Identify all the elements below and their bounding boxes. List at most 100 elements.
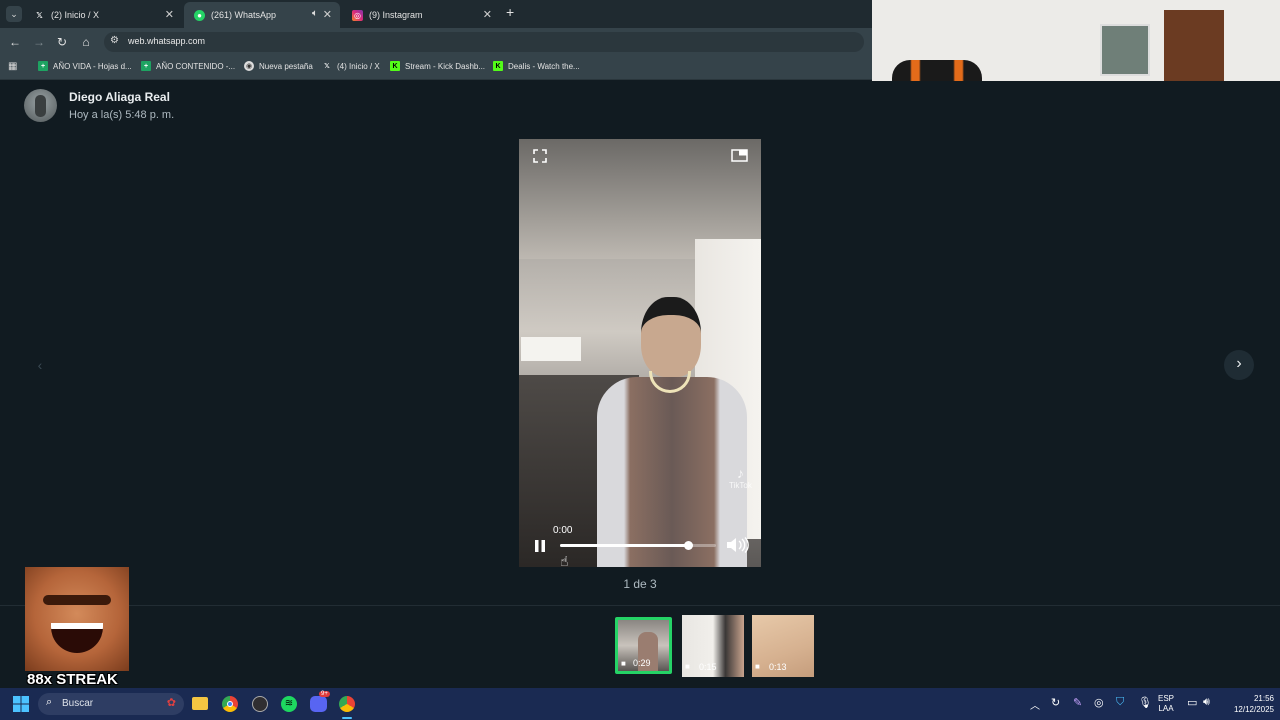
wall-poster (1100, 24, 1150, 76)
active-app-indicator (342, 717, 352, 719)
thumbnail-duration: 0:15 (699, 662, 717, 672)
previous-button[interactable]: ‹ (26, 351, 54, 379)
video-person-head (641, 297, 701, 377)
bookmark-nueva-pestana[interactable]: ◉ Nueva pestaña (244, 61, 313, 71)
bookmark-kick[interactable]: K Stream - Kick Dashb... (390, 61, 485, 71)
network-icon[interactable]: ▭ (1187, 696, 1197, 709)
sender-avatar[interactable] (24, 89, 57, 122)
home-icon[interactable]: ⌂ (79, 35, 93, 49)
streak-label: 88x STREAK (27, 671, 118, 688)
instagram-icon: ◎ (352, 9, 363, 21)
bookmarks-bar: ▦ + AÑO VIDA - Hojas d... + AÑO CONTENID… (0, 56, 872, 80)
tiktok-icon: ♪ (736, 465, 744, 481)
seek-bar[interactable] (560, 541, 716, 550)
emote-eyes (43, 595, 111, 605)
thumbnail-duration: 0:29 (633, 658, 651, 668)
sheets-icon: + (38, 61, 48, 71)
bookmark-label: Nueva pestaña (259, 61, 313, 71)
whatsapp-icon: ● (194, 9, 205, 21)
picture-in-picture-icon[interactable] (731, 149, 749, 163)
thumbnail-video-3[interactable]: ■ 0:13 (752, 615, 814, 677)
microphone-icon[interactable]: 🎙︎ (1138, 696, 1152, 709)
next-button[interactable]: › (1224, 350, 1254, 380)
tab-x[interactable]: 𝕏 (2) Inicio / X ✕ (24, 2, 182, 28)
site-settings-icon[interactable]: ⚙ (110, 35, 119, 46)
chrome-center (227, 701, 233, 707)
taskbar-search-box[interactable]: ⌕ Buscar ✿ (38, 693, 184, 715)
chrome-icon[interactable] (222, 696, 238, 712)
clock[interactable]: 21:56 12/12/2025 (1222, 693, 1274, 715)
search-highlight-icon: ✿ (166, 697, 176, 709)
bookmark-label: Stream - Kick Dashb... (405, 61, 486, 71)
new-tab-button[interactable]: + (506, 4, 514, 20)
bookmark-ano-vida[interactable]: + AÑO VIDA - Hojas d... (38, 61, 132, 71)
bookmark-dealis[interactable]: K Dealis - Watch the... (493, 61, 580, 71)
windows-taskbar: ⌕ Buscar ✿ ≋ 9+ ︿ ↻ ✎ ◎ ⛉ 🎙︎ ESP LAA ▭ 🔊… (0, 688, 1280, 720)
obs-icon[interactable] (252, 696, 268, 712)
speaker-icon[interactable]: 🔈︎ (312, 8, 318, 19)
message-timestamp: Hoy a la(s) 5:48 p. m. (69, 109, 175, 121)
bookmark-label: Dealis - Watch the... (508, 61, 580, 71)
video-person-chest (597, 377, 747, 567)
fullscreen-icon[interactable] (533, 149, 547, 163)
spotify-icon[interactable]: ≋ (281, 696, 297, 712)
language-indicator[interactable]: ESP LAA (1158, 694, 1174, 714)
windows-start-icon[interactable] (13, 696, 29, 712)
sheets-icon: + (141, 61, 151, 71)
tab-label: (261) WhatsApp (211, 10, 277, 20)
defender-icon[interactable]: ⛉ (1116, 696, 1124, 709)
seek-bar-knob[interactable] (683, 541, 693, 550)
search-placeholder: Buscar (62, 698, 94, 709)
video-camera-icon: ■ (685, 662, 690, 671)
tray-overflow-icon[interactable]: ︿ (1030, 697, 1040, 712)
browser-tab-bar: ⌄ 𝕏 (2) Inicio / X ✕ ● (261) WhatsApp 🔈︎… (0, 0, 872, 28)
browser-toolbar: ← → ↻ ⌂ ⚙ web.whatsapp.com (0, 28, 872, 56)
file-explorer-icon[interactable] (192, 697, 208, 710)
tab-label: (2) Inicio / X (51, 10, 100, 20)
address-bar[interactable]: ⚙ web.whatsapp.com (104, 32, 864, 52)
language-top: ESP (1158, 694, 1175, 703)
sync-icon[interactable]: ↻ (1051, 696, 1060, 709)
url-text[interactable]: web.whatsapp.com (128, 36, 205, 46)
bookmark-inicio-x[interactable]: 𝕏 (4) Inicio / X (322, 61, 380, 71)
reload-icon[interactable]: ↻ (55, 35, 69, 49)
thumbnail-strip: ■ 0:29 ■ 0:15 ■ 0:13 (0, 605, 1280, 687)
discord-badge: 9+ (319, 691, 330, 697)
kick-icon: K (390, 61, 400, 71)
emote-mouth (51, 623, 103, 653)
pen-icon[interactable]: ✎ (1073, 696, 1082, 709)
volume-icon[interactable] (726, 537, 752, 553)
close-tab-icon[interactable]: ✕ (483, 8, 492, 21)
bookmark-label: AÑO CONTENIDO -... (156, 61, 236, 71)
x-logo-icon: 𝕏 (324, 63, 330, 70)
seek-bar-fill (560, 544, 688, 547)
clock-date: 12/12/2025 (1233, 705, 1274, 714)
mouse-cursor-icon: ☝ (560, 553, 569, 569)
tab-label: (9) Instagram (369, 10, 423, 20)
chrome-active-icon[interactable] (339, 696, 355, 712)
thumbnail-duration: 0:13 (769, 662, 787, 672)
tab-instagram[interactable]: ◎ (9) Instagram ✕ (342, 2, 500, 28)
thumbnail-video-2[interactable]: ■ 0:15 (682, 615, 744, 677)
forward-arrow-icon[interactable]: → (32, 35, 46, 49)
discord-icon[interactable]: 9+ (310, 691, 330, 712)
bookmark-ano-contenido[interactable]: + AÑO CONTENIDO -... (141, 61, 235, 71)
tab-whatsapp[interactable]: ● (261) WhatsApp 🔈︎ ✕ (184, 2, 340, 28)
pause-button[interactable] (533, 539, 547, 553)
volume-tray-icon[interactable]: 🔊︎ (1203, 696, 1210, 709)
clock-time: 21:56 (1253, 694, 1274, 703)
back-arrow-icon[interactable]: ← (8, 35, 22, 49)
settings-tray-icon[interactable]: ◎ (1094, 696, 1104, 709)
bookmark-label: (4) Inicio / X (337, 61, 380, 71)
tab-search-button[interactable]: ⌄ (6, 6, 22, 22)
video-time: 0:00 (553, 525, 573, 536)
x-logo-icon: 𝕏 (36, 10, 43, 20)
close-tab-icon[interactable]: ✕ (165, 8, 174, 21)
close-tab-icon[interactable]: ✕ (323, 8, 332, 21)
kick-icon: K (493, 61, 503, 71)
apps-grid-icon[interactable]: ▦ (8, 61, 17, 72)
video-player[interactable]: ♪ TikTok 0:00 (519, 139, 761, 567)
sender-name: Diego Aliaga Real (69, 90, 170, 104)
thumbnail-video-1[interactable]: ■ 0:29 (615, 617, 672, 674)
avatar-figure (35, 95, 46, 117)
